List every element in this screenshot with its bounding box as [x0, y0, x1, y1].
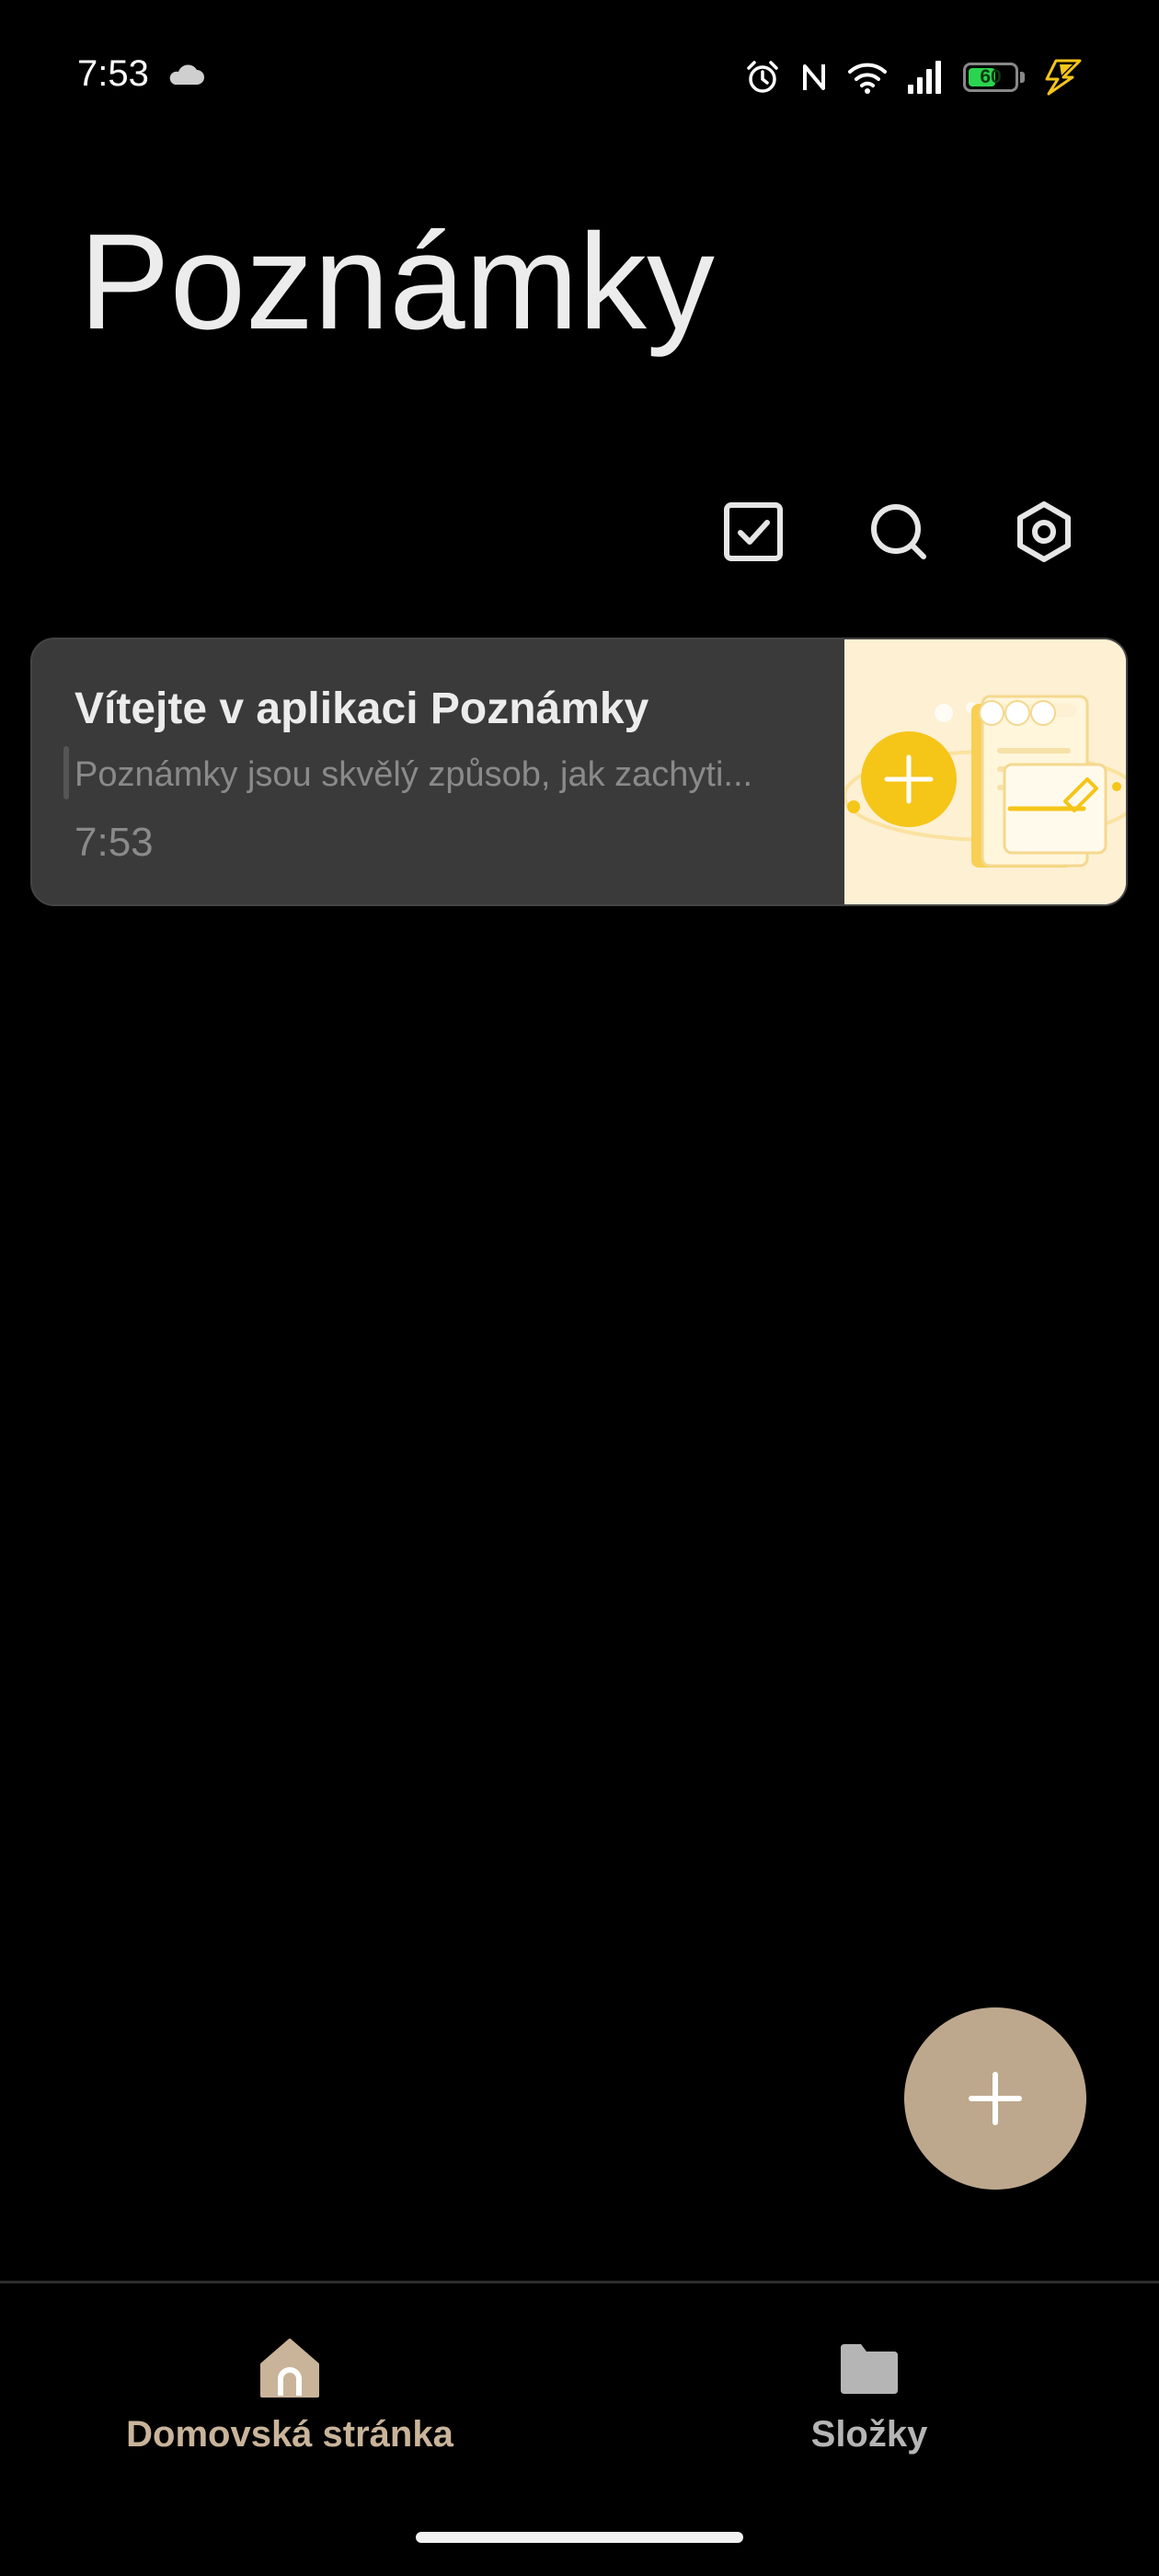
search-button[interactable]: [862, 495, 935, 569]
home-indicator[interactable]: [416, 2532, 743, 2543]
nav-item-folders[interactable]: Složky: [580, 2283, 1159, 2495]
status-bar: 7:53 60: [0, 0, 1159, 156]
search-icon: [871, 504, 926, 559]
battery-icon: 60: [963, 63, 1018, 92]
settings-button[interactable]: [1007, 495, 1081, 569]
nav-label-home: Domovská stránka: [126, 2414, 453, 2455]
battery-level: 60: [980, 66, 1002, 87]
plus-icon: [969, 2072, 1022, 2125]
note-title: Vítejte v aplikaci Poznámky: [75, 684, 649, 733]
cloud-icon: [169, 64, 204, 85]
alarm-icon: [747, 61, 778, 93]
status-time: 7:53: [77, 53, 149, 94]
welcome-illustration: [843, 639, 1126, 904]
signal-icon: [908, 61, 941, 94]
drag-handle: [63, 746, 69, 799]
home-icon: [257, 2335, 323, 2401]
nfc-icon: [803, 64, 825, 90]
note-card[interactable]: Vítejte v aplikaci Poznámky Poznámky jso…: [30, 638, 1128, 906]
wifi-icon: [848, 63, 887, 94]
page-title: Poznámky: [79, 206, 715, 358]
notes-screen: 7:53 60 Poznámky Vítejte v aplikaci Pozn…: [0, 0, 1159, 2576]
select-notes-button[interactable]: [717, 495, 790, 569]
folder-icon: [836, 2335, 902, 2401]
nav-label-folders: Složky: [810, 2414, 928, 2455]
status-icons: 60: [744, 57, 1084, 98]
nav-item-home[interactable]: Domovská stránka: [0, 2283, 580, 2495]
note-time: 7:53: [75, 820, 154, 865]
charging-icon: [1045, 59, 1082, 96]
new-note-button[interactable]: [904, 2007, 1086, 2190]
battery-cap: [1020, 72, 1025, 83]
settings-icon: [1017, 501, 1071, 562]
note-thumbnail: [843, 639, 1126, 904]
note-preview: Poznámky jsou skvělý způsob, jak zachyti…: [75, 755, 753, 794]
checkbox-select-icon: [724, 502, 783, 561]
